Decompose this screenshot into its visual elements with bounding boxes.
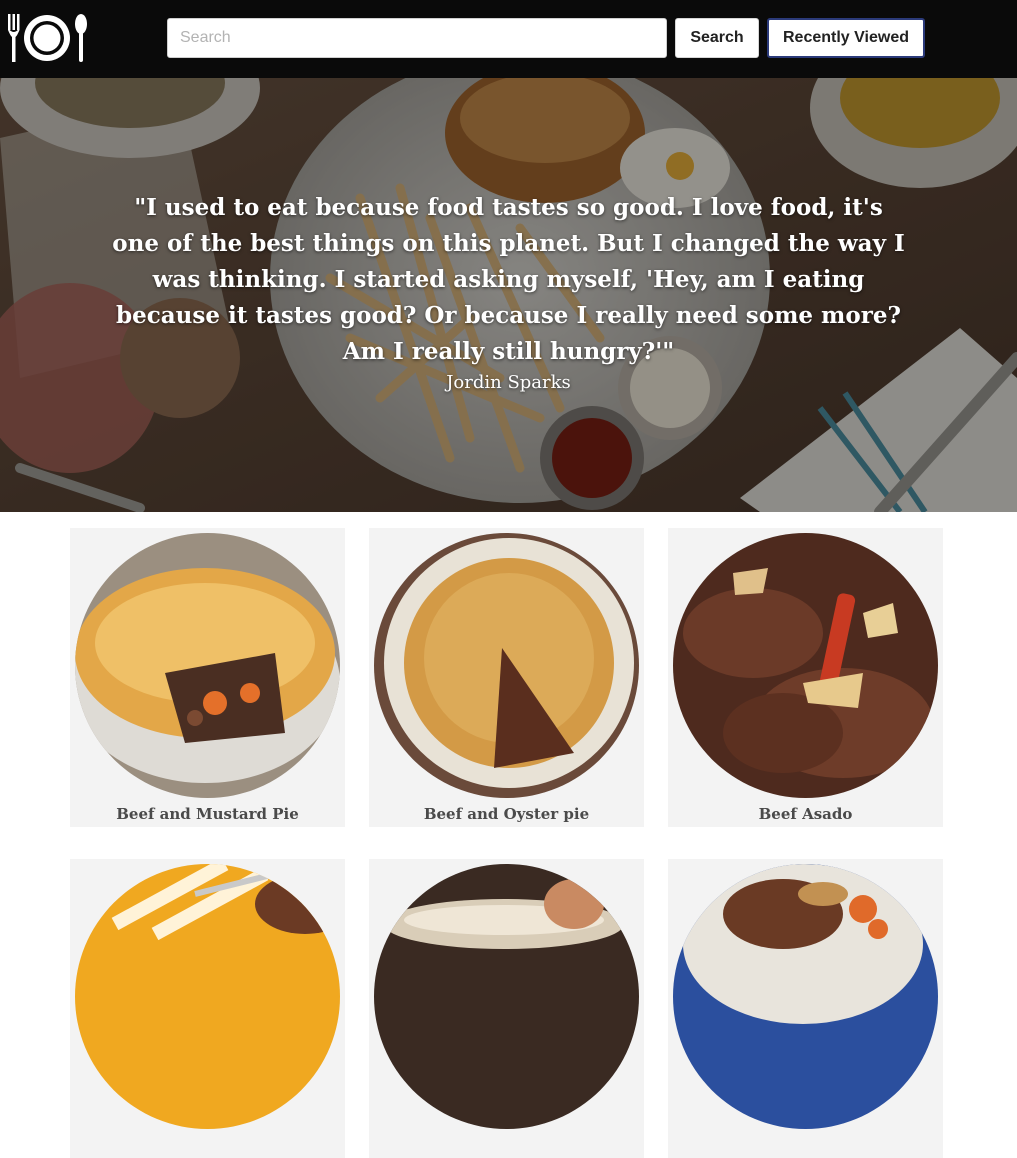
recipe-title: Beef and Oyster pie (423, 805, 590, 823)
recipe-card[interactable]: Beef and Oyster pie (369, 528, 644, 827)
recipe-card[interactable] (668, 859, 943, 1158)
recipe-thumbnail-image (75, 533, 340, 798)
recipe-card[interactable]: Beef Asado (668, 528, 943, 827)
recently-viewed-button[interactable]: Recently Viewed (767, 18, 925, 58)
fork-plate-spoon-icon[interactable] (6, 12, 90, 64)
recipe-card[interactable] (70, 859, 345, 1158)
recipe-title: Beef Asado (758, 805, 853, 823)
recipe-thumbnail-image (374, 864, 639, 1129)
recipe-thumbnail-image (75, 864, 340, 1129)
recipe-thumbnail-image (374, 533, 639, 798)
hero-banner: "I used to eat because food tastes so go… (0, 78, 1017, 512)
recipe-title: Beef and Mustard Pie (116, 805, 299, 823)
recipe-card[interactable]: Beef and Mustard Pie (70, 528, 345, 827)
hero-quote-author: Jordin Sparks (446, 372, 571, 393)
search-input[interactable] (167, 18, 667, 58)
recipe-card[interactable] (369, 859, 644, 1158)
navbar: Search Recently Viewed (0, 0, 1017, 78)
recipe-thumbnail-image (673, 864, 938, 1129)
recipe-thumbnail-image (673, 533, 938, 798)
hero-quote: "I used to eat because food tastes so go… (112, 194, 905, 365)
search-button[interactable]: Search (675, 18, 759, 58)
